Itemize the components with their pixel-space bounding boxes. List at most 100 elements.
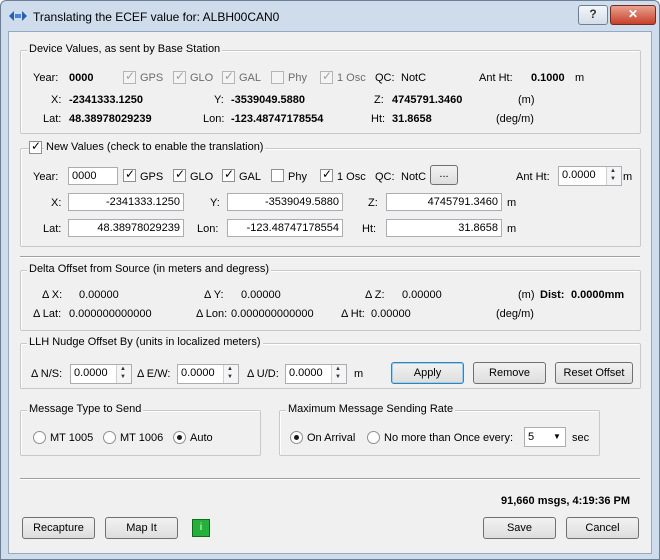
nudge-ns-stepper[interactable]: 0.0000 ▲ ▼ xyxy=(70,364,132,384)
new-z-input[interactable]: 4745791.3460 xyxy=(386,193,502,211)
up-arrow-icon: ▲ xyxy=(610,168,616,174)
on-arrival-radio[interactable] xyxy=(290,431,303,444)
dialog-window: Translating the ECEF value for: ALBH00CA… xyxy=(0,0,660,560)
no-more-radio[interactable] xyxy=(367,431,380,444)
stepper-arrows[interactable]: ▲ ▼ xyxy=(116,365,131,383)
check-icon: ✓ xyxy=(224,167,235,181)
new-osc-label: 1 Osc xyxy=(337,171,366,183)
mt1005-radio[interactable] xyxy=(33,431,46,444)
new-antht-unit: m xyxy=(623,171,633,183)
up-arrow-icon: ▲ xyxy=(120,366,126,372)
check-icon: ✓ xyxy=(175,69,186,83)
delta-z-value: 0.00000 xyxy=(402,289,442,301)
device-phy-label: Phy xyxy=(288,72,307,84)
nudge-ud-stepper[interactable]: 0.0000 ▲ ▼ xyxy=(285,364,347,384)
new-z-label: Z: xyxy=(368,197,378,209)
nudge-title: LLH Nudge Offset By (units in localized … xyxy=(27,336,263,348)
new-gps-checkbox[interactable]: ✓ xyxy=(123,167,136,182)
help-button[interactable]: ? xyxy=(578,5,608,25)
device-phy-checkbox xyxy=(271,71,284,84)
on-arrival-label: On Arrival xyxy=(307,432,356,444)
nudge-ew-value: 0.0000 xyxy=(181,367,215,379)
new-x-label: X: xyxy=(51,197,62,209)
new-phy-checkbox[interactable] xyxy=(271,169,284,182)
new-qc-label: QC: xyxy=(375,171,395,183)
auto-label: Auto xyxy=(190,432,213,444)
device-xyz-unit: (m) xyxy=(518,94,535,106)
nudge-ns-value: 0.0000 xyxy=(74,367,108,379)
apply-button[interactable]: Apply xyxy=(391,362,464,384)
interval-select[interactable]: 5 ▼ xyxy=(524,427,566,447)
device-x-value: -2341333.1250 xyxy=(69,94,144,106)
new-osc-checkbox[interactable]: ✓ xyxy=(320,167,333,182)
new-glo-checkbox[interactable]: ✓ xyxy=(173,167,186,182)
down-arrow-icon: ▼ xyxy=(120,374,126,380)
cancel-button[interactable]: Cancel xyxy=(566,517,639,539)
new-lon-label: Lon: xyxy=(197,223,219,235)
enable-translation-checkbox[interactable]: ✓ xyxy=(29,139,42,154)
device-lat-label: Lat: xyxy=(43,113,62,125)
new-lon-input[interactable]: -123.48747178554 xyxy=(227,219,343,237)
close-button[interactable]: ✕ xyxy=(610,5,656,25)
new-antht-label: Ant Ht: xyxy=(516,171,550,183)
down-arrow-icon: ▼ xyxy=(335,374,341,380)
new-glo-label: GLO xyxy=(190,171,214,183)
new-x-input[interactable]: -2341333.1250 xyxy=(68,193,184,211)
new-gal-checkbox[interactable]: ✓ xyxy=(222,167,235,182)
nudge-ew-label: Δ E/W: xyxy=(137,368,171,380)
new-y-input[interactable]: -3539049.5880 xyxy=(227,193,343,211)
title-bar[interactable]: Translating the ECEF value for: ALBH00CA… xyxy=(1,1,659,31)
new-gps-label: GPS xyxy=(140,171,164,183)
up-arrow-icon: ▲ xyxy=(335,366,341,372)
check-icon: ✓ xyxy=(224,69,235,83)
check-icon: ✓ xyxy=(175,167,186,181)
stepper-arrows[interactable]: ▲ ▼ xyxy=(223,365,238,383)
new-antht-stepper[interactable]: 0.0000 ▲ ▼ xyxy=(558,166,622,186)
interval-unit: sec xyxy=(572,432,590,444)
new-qc-value: NotC xyxy=(401,171,427,183)
device-gps-checkbox: ✓ xyxy=(123,69,136,84)
map-it-button[interactable]: Map It xyxy=(105,517,178,539)
delta-lat-value: 0.000000000000 xyxy=(69,308,152,320)
save-button[interactable]: Save xyxy=(483,517,556,539)
new-antht-value: 0.0000 xyxy=(562,169,596,181)
reset-offset-button[interactable]: Reset Offset xyxy=(555,362,633,384)
device-y-label: Y: xyxy=(214,94,224,106)
dist-value: 0.0000mm xyxy=(571,289,625,301)
stepper-arrows[interactable]: ▲ ▼ xyxy=(331,365,346,383)
device-gps-label: GPS xyxy=(140,72,164,84)
new-lat-input[interactable]: 48.38978029239 xyxy=(68,219,184,237)
remove-button[interactable]: Remove xyxy=(473,362,546,384)
device-osc-label: 1 Osc xyxy=(337,72,366,84)
mt1005-label: MT 1005 xyxy=(50,432,94,444)
device-year-label: Year: xyxy=(33,72,59,84)
delta-y-label: Δ Y: xyxy=(204,289,224,301)
delta-ht-value: 0.00000 xyxy=(371,308,411,320)
nudge-ew-stepper[interactable]: 0.0000 ▲ ▼ xyxy=(177,364,239,384)
auto-radio[interactable] xyxy=(173,431,186,444)
new-llh-unit: m xyxy=(507,223,517,235)
status-text: 91,660 msgs, 4:19:36 PM xyxy=(501,495,631,507)
qc-browse-button[interactable]: ... xyxy=(430,165,458,185)
mt1006-radio[interactable] xyxy=(103,431,116,444)
max-rate-title: Maximum Message Sending Rate xyxy=(286,403,456,415)
recapture-button[interactable]: Recapture xyxy=(22,517,95,539)
nudge-ns-label: Δ N/S: xyxy=(31,368,63,380)
new-lat-label: Lat: xyxy=(43,223,62,235)
device-x-label: X: xyxy=(51,94,62,106)
device-gal-label: GAL xyxy=(239,72,262,84)
separator xyxy=(20,478,640,480)
new-year-input[interactable]: 0000 xyxy=(68,167,118,185)
device-z-label: Z: xyxy=(374,94,384,106)
check-icon: ✓ xyxy=(322,167,333,181)
device-antht-label: Ant Ht: xyxy=(479,72,513,84)
stepper-arrows[interactable]: ▲ ▼ xyxy=(606,167,621,185)
new-ht-input[interactable]: 31.8658 xyxy=(386,219,502,237)
up-arrow-icon: ▲ xyxy=(227,366,233,372)
device-glo-label: GLO xyxy=(190,72,214,84)
new-phy-label: Phy xyxy=(288,171,307,183)
new-gal-label: GAL xyxy=(239,171,262,183)
separator xyxy=(20,256,640,258)
info-button[interactable]: i xyxy=(192,519,210,537)
nudge-ud-value: 0.0000 xyxy=(289,367,323,379)
